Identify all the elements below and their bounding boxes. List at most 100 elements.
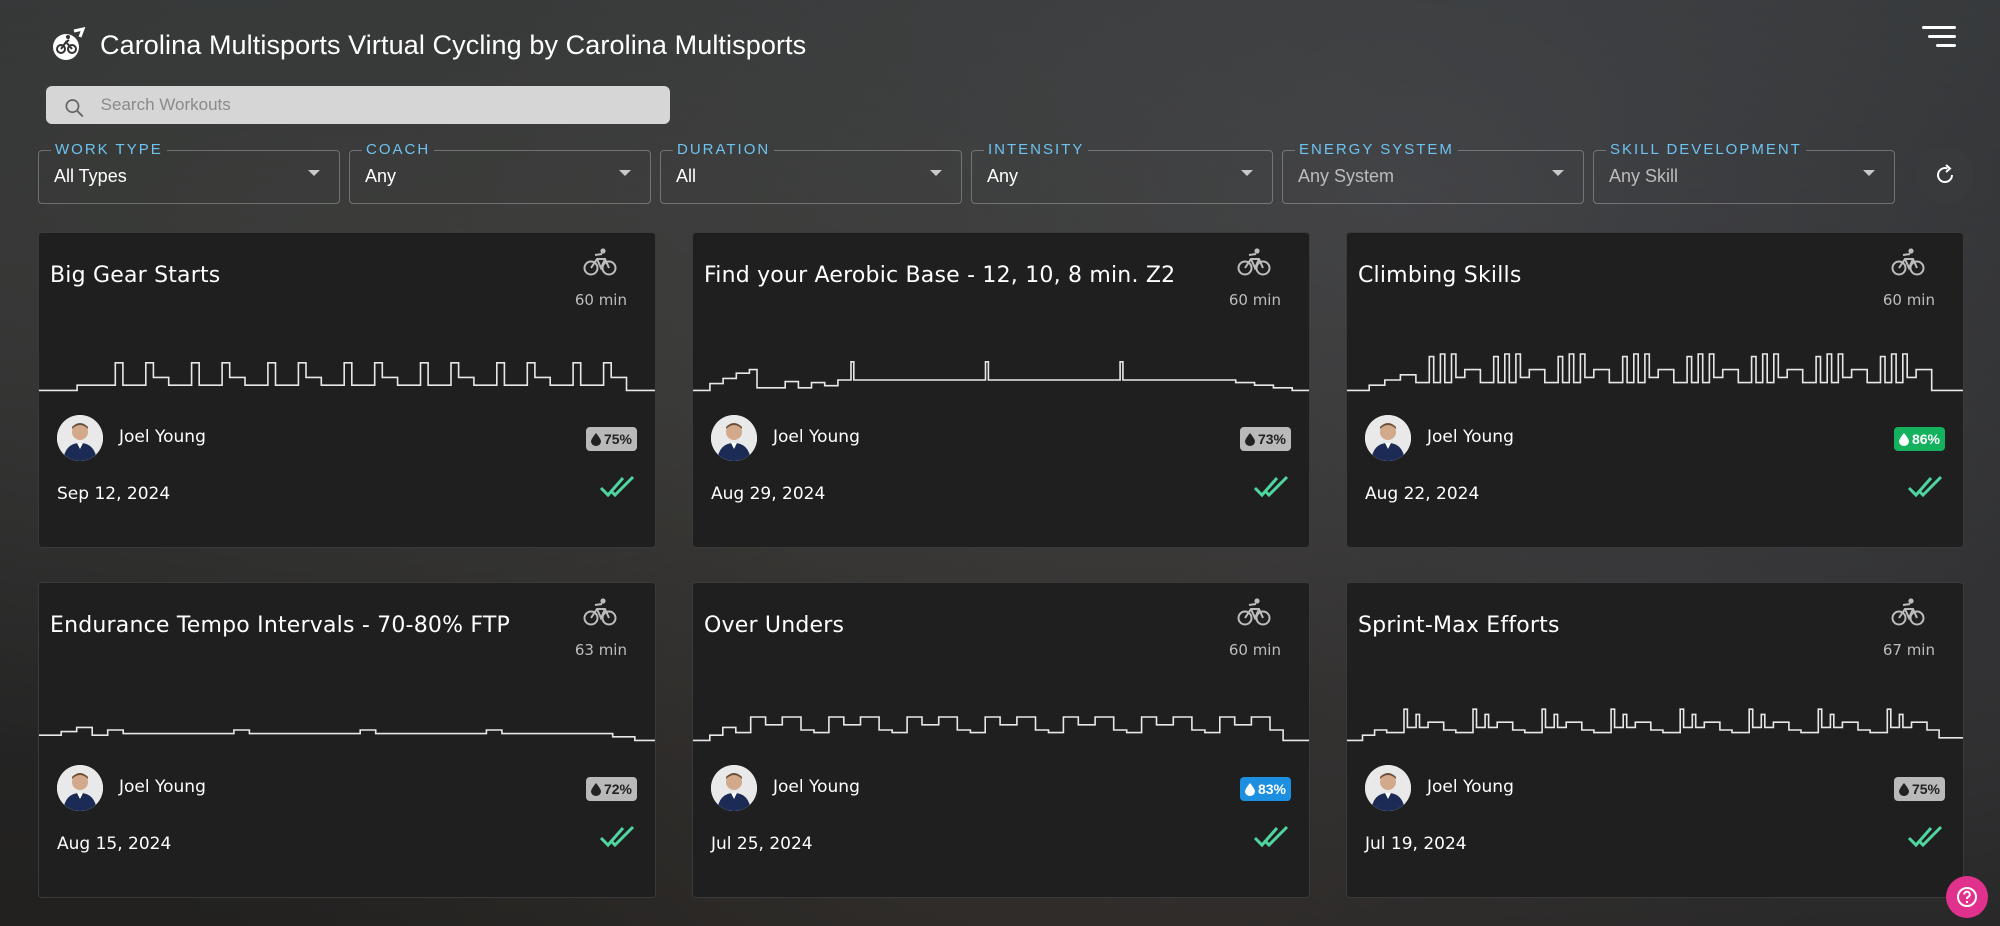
avatar [57, 765, 103, 811]
bike-icon [1237, 598, 1271, 626]
workout-card[interactable]: Over Unders 60 min Joel Young 83% Jul 25, 20… [692, 582, 1310, 898]
workout-date: Jul 19, 2024 [1365, 834, 1467, 854]
intensity-value: 72% [603, 781, 632, 797]
workout-card[interactable]: Sprint-Max Efforts 67 min Joel Young 75% Jul… [1346, 582, 1964, 898]
intensity-badge: 75% [585, 427, 637, 451]
drop-icon [1898, 432, 1909, 446]
filter-label: ENERGY SYSTEM [1299, 141, 1454, 158]
workout-title: Big Gear Starts [50, 263, 221, 288]
page-title: Carolina Multisports Virtual Cycling by … [100, 29, 807, 60]
filter-value: Any [987, 166, 1019, 186]
bike-icon [583, 248, 617, 276]
caret-down-icon [1241, 170, 1253, 176]
workout-date: Sep 12, 2024 [57, 484, 171, 504]
avatar [1365, 415, 1411, 461]
intensity-badge: 72% [585, 777, 637, 801]
cyclist-globe-icon [53, 27, 86, 60]
double-check-icon [1907, 475, 1943, 498]
workout-profile-graph [39, 362, 655, 392]
bike-icon [583, 598, 617, 626]
intensity-value: 83% [1257, 781, 1286, 797]
filter-bar: WORK TYPE All Types COACH Any DURATION All INT… [38, 136, 1895, 204]
filter-work-type[interactable]: WORK TYPE All Types [38, 136, 340, 204]
help-button[interactable] [1946, 876, 1988, 918]
intensity-badge: 86% [1893, 427, 1945, 451]
double-check-icon [599, 475, 635, 498]
search-bar [46, 86, 670, 124]
bike-icon [1237, 248, 1271, 276]
intensity-badge: 73% [1239, 427, 1291, 451]
filter-energy-system[interactable]: ENERGY SYSTEM Any System [1282, 136, 1584, 204]
workout-duration: 63 min [574, 641, 627, 659]
drop-icon [1898, 782, 1909, 796]
help-icon [1957, 887, 1977, 907]
search-icon [65, 99, 84, 118]
filter-value: All Types [54, 166, 127, 186]
workout-duration: 60 min [1228, 291, 1281, 309]
double-check-icon [1907, 825, 1943, 848]
filter-duration[interactable]: DURATION All [660, 136, 962, 204]
filter-menu-icon [1922, 26, 1956, 29]
workout-profile-graph [693, 716, 1309, 742]
app-root: Carolina Multisports Virtual Cycling by … [0, 0, 2000, 926]
workout-profile-graph [693, 361, 1309, 392]
workout-duration: 60 min [1882, 291, 1935, 309]
workout-title: Over Unders [704, 613, 845, 638]
workout-date: Jul 25, 2024 [711, 834, 813, 854]
avatar [1365, 765, 1411, 811]
intensity-value: 86% [1911, 431, 1940, 447]
filter-value: Any System [1298, 166, 1395, 186]
avatar [711, 765, 757, 811]
intensity-badge: 75% [1893, 777, 1945, 801]
workout-card[interactable]: Climbing Skills 60 min Joel Young 86% Aug 22… [1346, 232, 1964, 548]
filter-value: All [676, 166, 697, 186]
filter-label: INTENSITY [988, 141, 1085, 158]
workout-duration: 60 min [574, 291, 627, 309]
filter-label: COACH [366, 141, 431, 158]
avatar [57, 415, 103, 461]
drop-icon [1244, 432, 1255, 446]
filter-intensity[interactable]: INTENSITY Any [971, 136, 1273, 204]
bike-icon [1891, 248, 1925, 276]
intensity-badge: 83% [1239, 777, 1291, 801]
caret-down-icon [308, 170, 320, 176]
caret-down-icon [1863, 170, 1875, 176]
workout-title: Endurance Tempo Intervals - 70-80% FTP [50, 613, 510, 638]
workout-title: Climbing Skills [1358, 263, 1522, 288]
double-check-icon [1253, 825, 1289, 848]
drop-icon [1244, 782, 1255, 796]
filter-label: DURATION [677, 141, 771, 158]
filter-label: SKILL DEVELOPMENT [1610, 141, 1802, 158]
caret-down-icon [1552, 170, 1564, 176]
refresh-button[interactable] [1916, 146, 1974, 204]
coach-name: Joel Young [773, 777, 860, 797]
intensity-value: 75% [603, 431, 632, 447]
filter-value: Any [365, 166, 397, 186]
caret-down-icon [930, 170, 942, 176]
workout-profile-graph [1347, 353, 1963, 392]
workout-date: Aug 29, 2024 [711, 484, 826, 504]
caret-down-icon [619, 170, 631, 176]
bike-icon [1891, 598, 1925, 626]
workout-title: Find your Aerobic Base - 12, 10, 8 min. … [704, 263, 1176, 288]
filter-coach[interactable]: COACH Any [349, 136, 651, 204]
drop-icon [590, 432, 601, 446]
workout-duration: 67 min [1882, 641, 1935, 659]
workout-profile-graph [39, 726, 655, 742]
intensity-value: 73% [1257, 431, 1286, 447]
refresh-icon [1937, 164, 1954, 184]
coach-name: Joel Young [119, 427, 206, 447]
filter-skill-development[interactable]: SKILL DEVELOPMENT Any Skill [1593, 136, 1895, 204]
search-input[interactable] [100, 95, 670, 115]
coach-name: Joel Young [1427, 427, 1514, 447]
filter-label: WORK TYPE [55, 141, 163, 158]
drop-icon [590, 782, 601, 796]
coach-name: Joel Young [1427, 777, 1514, 797]
intensity-value: 75% [1911, 781, 1940, 797]
workout-profile-graph [1347, 708, 1963, 742]
workout-card[interactable]: Find your Aerobic Base - 12, 10, 8 min. … [692, 232, 1310, 548]
filter-menu-button[interactable] [1920, 26, 1956, 54]
workout-card[interactable]: Endurance Tempo Intervals - 70-80% FTP 63… [38, 582, 656, 898]
double-check-icon [599, 825, 635, 848]
workout-card[interactable]: Big Gear Starts 60 min Joel Young 75% Sep 12… [38, 232, 656, 548]
